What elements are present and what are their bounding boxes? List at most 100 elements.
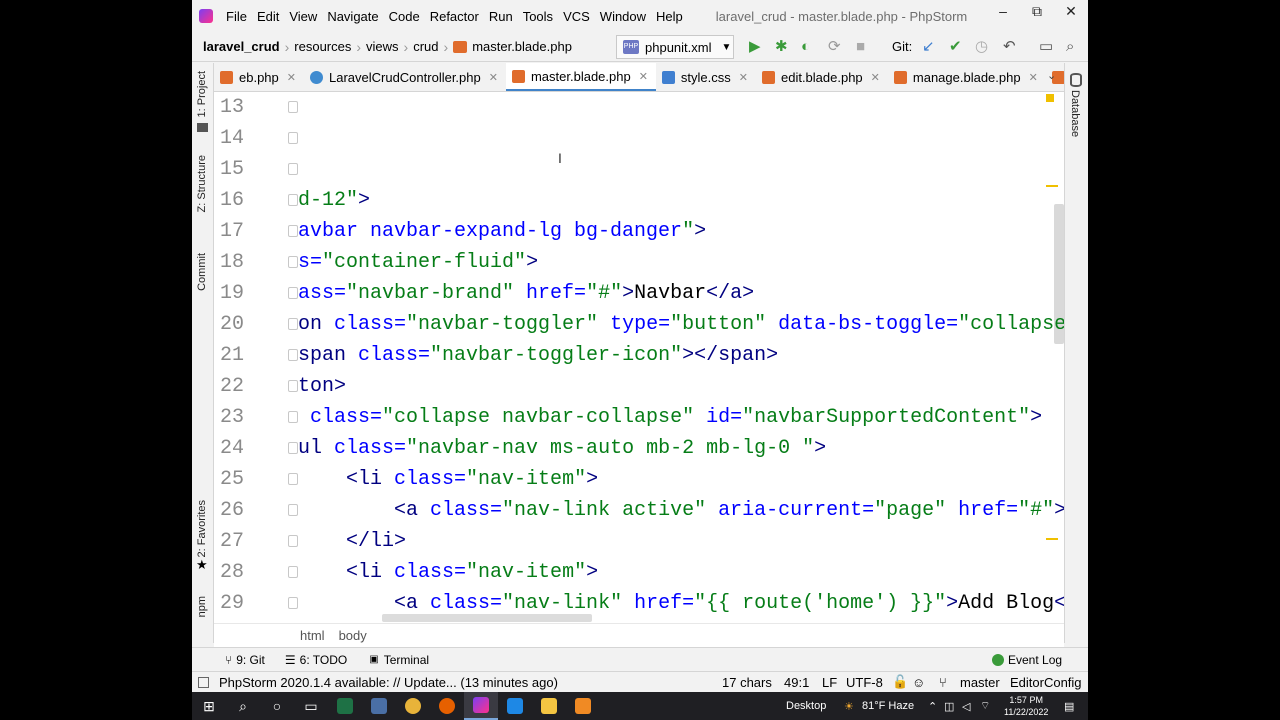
breadcrumb-crud[interactable]: crud [413,39,438,54]
code-line[interactable]: 14 [214,123,1064,154]
close-button[interactable]: ✕ [1054,0,1088,22]
breadcrumb-file[interactable]: master.blade.php [472,39,572,54]
clock[interactable]: 1:57 PM 11/22/2022 [1004,694,1048,718]
code-line[interactable]: 16 d-12"> [214,185,1064,216]
tray-chevron-icon[interactable]: ⌃ [928,700,937,713]
status-toggle-icon[interactable] [198,676,209,688]
menu-tools[interactable]: Tools [518,9,558,24]
wifi-icon[interactable]: ⌔ [980,699,990,713]
close-tab-icon[interactable]: ✕ [739,71,748,84]
sublime-icon[interactable] [566,692,600,720]
menu-window[interactable]: Window [595,9,651,24]
code-line[interactable]: 23 class="collapse navbar-collapse" id="… [214,402,1064,433]
code-line[interactable]: 24 ul class="navbar-nav ms-auto mb-2 mb-l… [214,433,1064,464]
favorites-tool-button[interactable]: 2: Favorites [196,500,208,557]
excel-icon[interactable] [328,692,362,720]
terminal-tool-window-button[interactable]: ▣ Terminal [369,653,429,667]
tab-style-css[interactable]: style.css ✕ [656,63,756,91]
git-branch[interactable]: master [960,675,1000,690]
fold-marker-icon[interactable] [288,349,298,361]
close-tab-icon[interactable]: ✕ [489,71,498,84]
tab-master-blade-php[interactable]: master.blade.php ✕ [505,63,656,91]
volume-icon[interactable]: ◁ [962,700,970,713]
code-line[interactable]: 27 </li> [214,526,1064,557]
structure-tool-button[interactable]: Z: Structure [196,155,208,212]
notepad-icon[interactable] [362,692,396,720]
code-line[interactable]: 17 avbar navbar-expand-lg bg-danger"> [214,216,1064,247]
maximize-button[interactable]: ⧉ [1020,0,1054,22]
run-configuration-select[interactable]: PHP phpunit.xml ▼ [616,35,734,59]
project-tool-button[interactable]: 1: Project [196,71,208,117]
code-line[interactable]: 20 on class="navbar-toggler" type="button… [214,309,1064,340]
code-line[interactable]: 21 span class="navbar-toggler-icon"></spa… [214,340,1064,371]
windows-start-icon[interactable]: ⊞ [192,692,226,720]
weather-text[interactable]: 81°F Haze [862,700,914,712]
fold-marker-icon[interactable] [288,535,298,547]
breadcrumb-project[interactable]: laravel_crud [203,39,280,54]
search-icon[interactable]: ⌕ [226,692,260,720]
chrome-icon[interactable] [396,692,430,720]
git-update-icon[interactable]: ↙ [922,38,935,56]
code-line[interactable]: 13 [214,92,1064,123]
breadcrumb-resources[interactable]: resources [294,39,351,54]
close-tab-icon[interactable]: ✕ [871,71,880,84]
rollback-icon[interactable]: ↶ [1003,38,1016,56]
npm-tool-button[interactable]: npm [196,596,208,617]
code-line[interactable]: 22 ton> [214,371,1064,402]
fold-marker-icon[interactable] [288,473,298,485]
coverage-icon[interactable]: ◐ [801,38,810,56]
fold-marker-icon[interactable] [288,380,298,392]
menu-run[interactable]: Run [484,9,518,24]
file-explorer-icon[interactable] [532,692,566,720]
search-icon[interactable]: ⌕ [1066,38,1074,56]
git-tool-window-button[interactable]: ⑂ 9: Git [225,653,265,667]
fold-marker-icon[interactable] [288,132,298,144]
fold-marker-icon[interactable] [288,101,298,113]
event-log-button[interactable]: Event Log [992,653,1062,667]
face-icon[interactable]: ☺ [912,675,925,690]
code-line[interactable]: 18 s="container-fluid"> [214,247,1064,278]
phpstorm-taskbar-icon[interactable] [464,692,498,720]
firefox-icon[interactable] [430,692,464,720]
code-line[interactable]: 19 ass="navbar-brand" href="#">Navbar</a> [214,278,1064,309]
close-tab-icon[interactable]: ✕ [639,70,648,83]
fold-marker-icon[interactable] [288,504,298,516]
fold-marker-icon[interactable] [288,194,298,206]
fold-marker-icon[interactable] [288,566,298,578]
notification-icon[interactable]: ▤ [1064,700,1074,713]
fold-marker-icon[interactable] [288,225,298,237]
menu-file[interactable]: File [221,9,252,24]
network-icon[interactable]: ◫ [944,700,954,713]
fold-marker-icon[interactable] [288,411,298,423]
menu-help[interactable]: Help [651,9,688,24]
code-line[interactable]: 25 <li class="nav-item"> [214,464,1064,495]
fold-marker-icon[interactable] [288,163,298,175]
fold-marker-icon[interactable] [288,256,298,268]
lock-icon[interactable]: 🔓 [892,674,908,690]
menu-refactor[interactable]: Refactor [425,9,484,24]
file-encoding[interactable]: UTF-8 [846,675,883,690]
commit-tool-button[interactable]: Commit [196,253,208,291]
code-breadcrumb-html[interactable]: html [300,628,325,643]
debug-icon[interactable]: ✱ [775,38,788,56]
cortana-icon[interactable]: ○ [260,692,294,720]
code-breadcrumb-body[interactable]: body [339,628,367,643]
minimize-button[interactable]: – [986,0,1020,22]
menu-edit[interactable]: Edit [252,9,284,24]
vscode-icon[interactable] [498,692,532,720]
editor-config[interactable]: EditorConfig [1010,675,1082,690]
breadcrumb-views[interactable]: views [366,39,399,54]
stop-icon[interactable]: ■ [856,38,865,56]
tab-overflow-chevron-icon[interactable]: ⌄ [1047,69,1056,82]
tab-eb-php[interactable]: eb.php ✕ [214,63,304,91]
menu-vcs[interactable]: VCS [558,9,595,24]
desktop-label[interactable]: Desktop [786,700,826,712]
run-icon[interactable]: ▶ [749,38,761,56]
fold-marker-icon[interactable] [288,318,298,330]
code-line[interactable]: 29 <a class="nav-link" href="{{ route('h… [214,588,1064,619]
tab-edit-blade-php[interactable]: edit.blade.php ✕ [756,63,888,91]
database-tool-button[interactable]: Database [1069,90,1081,137]
git-commit-icon[interactable]: ✔ [949,38,962,56]
todo-tool-window-button[interactable]: ☰ 6: TODO [285,653,347,667]
git-history-icon[interactable]: ◷ [975,38,988,56]
